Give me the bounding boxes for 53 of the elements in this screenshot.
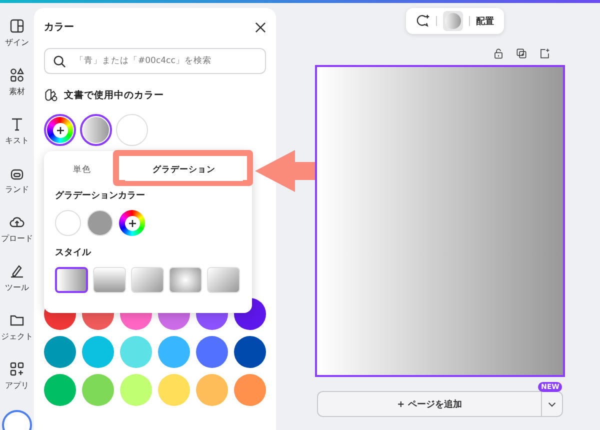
section-heading: グラデーションカラー: [55, 190, 146, 202]
sidebar-icon[interactable]: [9, 263, 25, 279]
add-color-button[interactable]: [119, 210, 145, 236]
sidebar-icon[interactable]: [9, 361, 25, 377]
duplicate-icon[interactable]: [516, 48, 527, 59]
search-field[interactable]: 「青」または「#00c4cc」を検索: [44, 48, 266, 74]
sidebar-icon[interactable]: [9, 67, 25, 83]
sidebar-label[interactable]: アプリ: [5, 380, 29, 391]
color-swatch[interactable]: [234, 336, 266, 368]
sidebar-label[interactable]: キスト: [5, 135, 29, 146]
gradient-color-button[interactable]: [443, 11, 463, 31]
sidebar-icon[interactable]: [9, 18, 25, 34]
gradient-page[interactable]: [315, 65, 565, 377]
sidebar-icon[interactable]: [9, 116, 25, 132]
color-swatch[interactable]: [196, 374, 228, 406]
color-swatch[interactable]: [44, 336, 76, 368]
color-swatch[interactable]: [80, 114, 112, 146]
color-swatch[interactable]: [234, 374, 266, 406]
chevron-icon: [548, 402, 556, 406]
add-page-button[interactable]: + ページを追加: [317, 391, 541, 417]
sidebar-label[interactable]: ザイン: [5, 37, 29, 48]
tab[interactable]: 単色: [55, 159, 109, 181]
sidebar-icon[interactable]: [9, 214, 25, 230]
color-swatch[interactable]: [158, 336, 190, 368]
panel-title: カラー: [44, 21, 74, 34]
color-swatch[interactable]: [82, 374, 114, 406]
color-swatch[interactable]: [158, 374, 190, 406]
add-page-icon[interactable]: [539, 48, 550, 59]
close-icon[interactable]: [255, 22, 266, 32]
palette-icon: [44, 88, 58, 102]
section-heading: スタイル: [55, 247, 92, 259]
lock-icon[interactable]: [493, 48, 504, 59]
search-icon: [53, 55, 66, 68]
section-heading: 文書で使用中のカラー: [64, 88, 164, 102]
sidebar-label[interactable]: プロード: [1, 233, 33, 244]
color-stop-swatch[interactable]: [55, 210, 81, 236]
color-stop-swatch[interactable]: [87, 210, 113, 236]
color-swatch[interactable]: [44, 374, 76, 406]
comment-add-icon[interactable]: [416, 14, 430, 28]
add-color-button[interactable]: [44, 114, 76, 146]
arrange-button[interactable]: 配置: [476, 14, 494, 28]
color-swatch[interactable]: [120, 336, 152, 368]
sidebar-label[interactable]: 素材: [9, 86, 25, 97]
plus-icon: [52, 122, 68, 138]
color-swatch[interactable]: [120, 374, 152, 406]
gradient-style-option[interactable]: [55, 267, 88, 293]
dropdown-button[interactable]: [541, 391, 563, 417]
sidebar-label[interactable]: ジェクト: [1, 331, 33, 342]
color-swatch[interactable]: [82, 336, 114, 368]
color-swatch[interactable]: [196, 336, 228, 368]
sidebar-label[interactable]: ツール: [5, 282, 29, 293]
sidebar-label[interactable]: ランド: [5, 184, 29, 195]
plus-icon: [124, 216, 140, 230]
